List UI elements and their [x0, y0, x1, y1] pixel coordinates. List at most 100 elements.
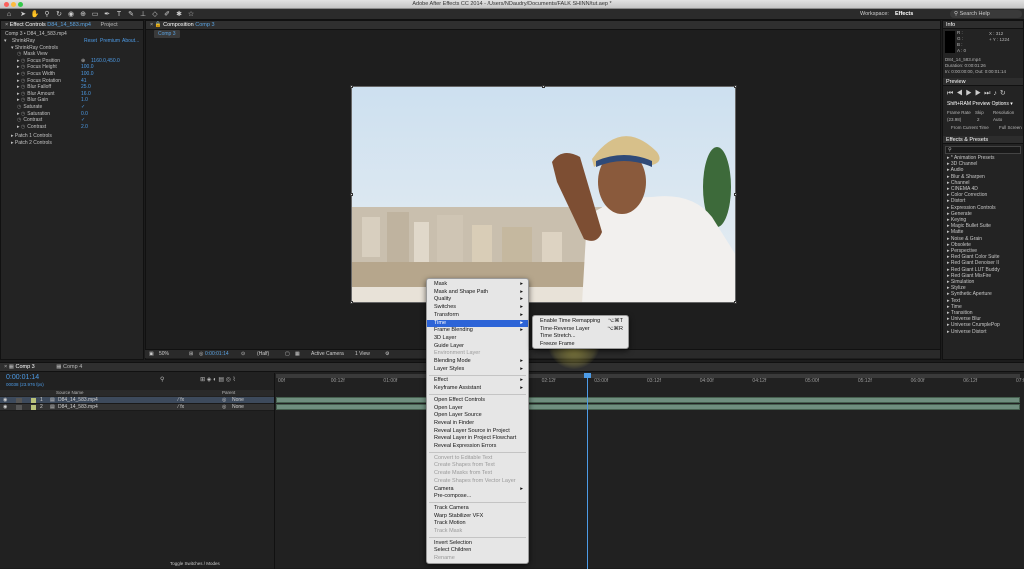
workspace-selector[interactable]: Workspace: Effects [860, 11, 913, 17]
patch2-row[interactable]: ▸ Patch 2 Controls [11, 140, 52, 147]
premium-link[interactable]: Premium [100, 38, 120, 45]
effect-parameter-row[interactable]: ◷ Mask View [17, 51, 143, 58]
preview-panel-header[interactable]: Preview [943, 78, 1023, 86]
toggle-switches-modes[interactable]: Toggle Switches / Modes [170, 561, 220, 566]
context-menu-item[interactable]: Transform ▸ [427, 312, 528, 320]
context-menu-item[interactable]: Frame Blending ▸ [427, 327, 528, 335]
frame-blend-icon[interactable]: ▤ [218, 377, 224, 383]
effect-parameter-value[interactable]: 25.0 [81, 84, 91, 91]
effect-parameter-value[interactable]: 100.0 [81, 71, 94, 78]
effect-parameter-row[interactable]: ◷ Saturate ✓ [17, 104, 143, 111]
search-help-field[interactable]: ⚲ Search Help [950, 10, 1022, 18]
context-menu-item[interactable]: Reveal Layer in Project Flowchart [427, 435, 528, 443]
time-submenu-item[interactable]: Enable Time Remapping ⌥⌘T [533, 318, 628, 326]
stopwatch-icon[interactable]: ◷ [20, 71, 25, 77]
parent-pick-whip-icon[interactable]: ◎ [222, 404, 226, 411]
context-menu-item[interactable]: Time ▸ [427, 319, 528, 328]
close-window-button[interactable] [4, 2, 9, 7]
effect-parameter-row[interactable]: ▸ ◷ Blur Amount 16.0 [17, 91, 143, 98]
skip-dropdown[interactable]: 2 [977, 117, 980, 122]
stopwatch-icon[interactable]: ◷ [20, 64, 25, 70]
effect-parameter-value[interactable]: 1160.0,450.0 [91, 58, 120, 65]
current-time-indicator[interactable] [587, 373, 588, 569]
effect-group-row[interactable]: ▾ ShrinkRay Controls [11, 45, 58, 52]
parent-dropdown[interactable]: None [232, 397, 244, 404]
parent-pick-whip-icon[interactable]: ◎ [222, 397, 226, 404]
view-layout-dropdown[interactable]: 1 View [355, 350, 370, 359]
region-icon[interactable]: ▢ [285, 350, 290, 359]
stopwatch-icon[interactable]: ◷ [20, 91, 25, 97]
shift-ram-options[interactable]: Shift+RAM Preview Options ▾ [947, 101, 1013, 107]
comp-flowchart-icon[interactable]: ⊞ [200, 377, 205, 383]
stopwatch-icon[interactable]: ◷ [20, 58, 25, 64]
camera-snapshot-icon[interactable]: ◎ [199, 350, 203, 359]
loop-icon[interactable]: ↻ [1000, 90, 1009, 97]
transform-handle[interactable] [350, 85, 353, 88]
effect-parameter-row[interactable]: ▸ ◷ Contrast 2.0 [17, 124, 143, 131]
minimize-window-button[interactable] [11, 2, 16, 7]
clone-tool-icon[interactable]: ⊥ [138, 10, 148, 19]
pan-behind-tool-icon[interactable]: ⊕ [78, 10, 88, 19]
context-menu-item[interactable]: Track Camera [427, 505, 528, 513]
table-row[interactable]: ◉ 1 ▤ D84_14_583.mp4 ⁄ fx ◎ None [0, 397, 274, 404]
solo-toggle[interactable] [16, 405, 22, 410]
context-menu-item[interactable]: Mask and Shape Path ▸ [427, 289, 528, 297]
snapshot-icon[interactable]: ⊙ [241, 350, 245, 359]
brush-tool-icon[interactable]: ✎ [126, 10, 136, 19]
effect-parameter-value[interactable]: 100.0 [81, 64, 94, 71]
context-menu-item[interactable]: Quality ▸ [427, 296, 528, 304]
context-menu-item[interactable]: Select Children [427, 547, 528, 555]
context-menu-item[interactable]: Blending Mode ▸ [427, 358, 528, 366]
stopwatch-icon[interactable]: ◷ [20, 111, 25, 117]
crosshair-icon[interactable]: ⊕ [81, 58, 85, 65]
transform-handle[interactable] [350, 301, 353, 304]
effect-parameter-row[interactable]: ▸ ◷ Focus Position 1160.0,450.0 ⊕ [17, 58, 143, 65]
effect-parameter-value[interactable]: 2.0 [81, 124, 88, 131]
effect-parameter-value[interactable]: 41 [81, 78, 87, 85]
timeline-timecode[interactable]: 0:00:01:14 [6, 374, 39, 381]
parent-dropdown[interactable]: None [232, 404, 244, 411]
effect-parameter-row[interactable]: ▸ ◷ Blur Gain 1.0 [17, 97, 143, 104]
effect-parameter-row[interactable]: ▸ ◷ Blur Falloff 25.0 [17, 84, 143, 91]
patch1-row[interactable]: ▸ Patch 1 Controls [11, 133, 52, 140]
effect-parameter-value[interactable]: 0.0 [81, 111, 88, 118]
context-menu-item[interactable]: Track Motion [427, 520, 528, 528]
zoom-dropdown[interactable]: 50% [159, 350, 169, 359]
lock-icon[interactable]: 🔒 [155, 22, 163, 28]
context-menu-item[interactable]: Warp Stabilizer VFX [427, 513, 528, 521]
from-current-time-checkbox[interactable]: From Current Time [951, 125, 989, 130]
motion-blur-icon[interactable]: ◎ [226, 377, 231, 383]
tab-comp-4[interactable]: Comp 4 [63, 364, 82, 370]
preview-toggle-icon[interactable]: ▣ [149, 350, 154, 359]
zoom-tool-icon[interactable]: ⚲ [42, 10, 52, 19]
layer-name[interactable]: D84_14_583.mp4 [58, 404, 98, 411]
camera-dropdown[interactable]: Active Camera [311, 350, 344, 359]
layer-duration-bar[interactable] [276, 397, 1020, 403]
rectangle-tool-icon[interactable]: ▭ [90, 10, 100, 19]
about-link[interactable]: About... [122, 38, 139, 45]
tab-composition[interactable]: Composition [163, 22, 194, 28]
comp-timecode[interactable]: 0:00:01:14 [205, 350, 229, 359]
transform-handle[interactable] [542, 85, 545, 88]
parent-header[interactable]: Parent [222, 390, 235, 396]
resolution-dropdown[interactable]: (Half) [257, 350, 269, 359]
workspace-value[interactable]: Effects [895, 11, 913, 17]
full-screen-checkbox[interactable]: Full Screen [999, 125, 1022, 130]
effects-search-input[interactable]: ⚲ [945, 146, 1021, 154]
first-frame-icon[interactable]: ⏮ [947, 90, 956, 97]
stopwatch-icon[interactable]: ◷ [20, 124, 25, 130]
effects-presets-header[interactable]: Effects & Presets [943, 136, 1023, 144]
draft3d-icon[interactable]: ◈ [207, 377, 212, 383]
solo-toggle[interactable] [16, 398, 22, 403]
context-menu-item[interactable]: Switches ▸ [427, 304, 528, 312]
resolution-preview-dropdown[interactable]: Auto [993, 117, 1002, 122]
effect-parameter-value[interactable]: 1.0 [81, 97, 88, 104]
transform-handle[interactable] [734, 193, 737, 196]
stopwatch-icon[interactable]: ◷ [17, 117, 21, 123]
time-submenu-item[interactable]: Freeze Frame [533, 341, 628, 349]
disclosure-triangle-icon[interactable]: ▾ [4, 38, 8, 44]
rotate-tool-icon[interactable]: ↻ [54, 10, 64, 19]
frame-rate-dropdown[interactable]: (23.98) [947, 117, 961, 122]
selection-tool-icon[interactable]: ➤ [18, 10, 28, 19]
effect-parameter-value[interactable]: ✓ [81, 117, 85, 124]
